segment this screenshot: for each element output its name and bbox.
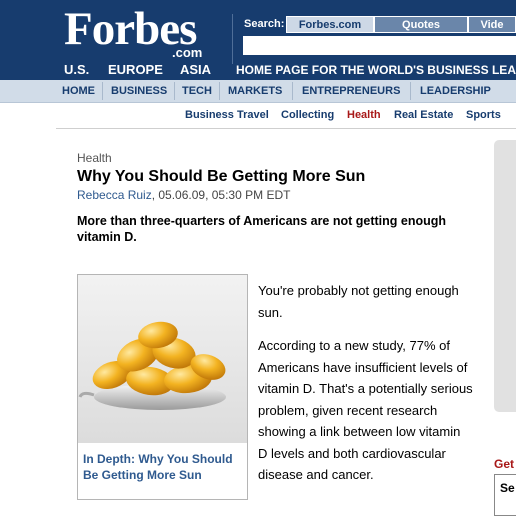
- byline: Rebecca Ruiz, 05.06.09, 05:30 PM EDT: [77, 188, 290, 202]
- search-input[interactable]: [243, 36, 516, 55]
- section-label[interactable]: Health: [77, 151, 112, 165]
- search-label: Search:: [244, 18, 285, 30]
- image-caption-link[interactable]: In Depth: Why You Should Be Getting More…: [83, 451, 243, 483]
- nav-item-entrepreneurs[interactable]: ENTREPRENEURS: [302, 85, 400, 97]
- nav-item-markets[interactable]: MARKETS: [228, 85, 282, 97]
- article-paragraph: According to a new study, 77% of America…: [258, 338, 473, 482]
- header-divider: [232, 14, 233, 64]
- header-tagline: HOME PAGE FOR THE WORLD'S BUSINESS LEA: [236, 63, 516, 77]
- article-paragraph: You're probably not getting enough sun.: [258, 283, 459, 320]
- content-divider: [56, 128, 516, 129]
- region-link-us[interactable]: U.S.: [64, 62, 89, 77]
- vitamin-capsules-image[interactable]: [78, 275, 247, 443]
- subnav-item-collecting[interactable]: Collecting: [281, 109, 334, 121]
- search-tab-video[interactable]: Vide: [468, 16, 516, 33]
- subnav-item-sports[interactable]: Sports: [466, 109, 501, 121]
- forbes-logo-suffix: .com: [172, 45, 203, 60]
- publish-date: , 05.06.09, 05:30 PM EDT: [151, 188, 291, 202]
- subnav-item-business-travel[interactable]: Business Travel: [185, 109, 269, 121]
- nav-separator: [102, 82, 103, 100]
- subnav-item-health[interactable]: Health: [347, 109, 381, 121]
- search-tab-forbes[interactable]: Forbes.com: [286, 16, 374, 33]
- rail-widget-label[interactable]: Se: [500, 481, 515, 495]
- region-link-europe[interactable]: EUROPE: [108, 62, 163, 77]
- region-link-asia[interactable]: ASIA: [180, 62, 211, 77]
- nav-item-business[interactable]: BUSINESS: [111, 85, 167, 97]
- article-headline: Why You Should Be Getting More Sun: [77, 168, 366, 185]
- nav-separator: [292, 82, 293, 100]
- rail-heading: Get: [494, 457, 515, 471]
- author-link[interactable]: Rebecca Ruiz: [77, 188, 152, 202]
- subnav-item-real-estate[interactable]: Real Estate: [394, 109, 453, 121]
- nav-item-tech[interactable]: TECH: [182, 85, 212, 97]
- nav-item-leadership[interactable]: LEADERSHIP: [420, 85, 491, 97]
- nav-separator: [410, 82, 411, 100]
- article-dek: More than three-quarters of Americans ar…: [77, 214, 447, 244]
- search-tab-quotes[interactable]: Quotes: [374, 16, 468, 33]
- nav-separator: [219, 82, 220, 100]
- nav-item-home[interactable]: HOME: [62, 85, 95, 97]
- rail-ad-box: [494, 140, 516, 412]
- nav-separator: [174, 82, 175, 100]
